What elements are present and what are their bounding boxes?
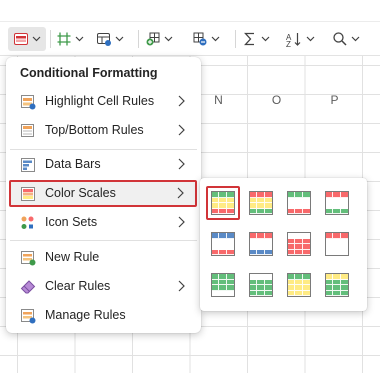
menu-item-label: Highlight Cell Rules — [45, 94, 155, 108]
toolbar-divider — [235, 30, 236, 48]
column-header[interactable]: O — [248, 90, 305, 110]
color-scale-option[interactable] — [244, 268, 278, 302]
chevron-down-icon — [306, 36, 315, 42]
column-header[interactable]: P — [306, 90, 363, 110]
color-scale-swatch-icon — [211, 232, 235, 256]
menu-divider — [10, 149, 197, 150]
highlight-cells-icon — [21, 95, 36, 110]
conditional-formatting-menu: Conditional Formatting Highlight Cell Ru… — [6, 57, 201, 333]
chevron-right-icon — [178, 158, 185, 170]
menu-item-new-rule[interactable]: New Rule — [10, 244, 197, 271]
insert-cells-icon — [146, 32, 160, 46]
color-scale-option[interactable] — [320, 227, 354, 261]
chevron-down-icon — [32, 36, 41, 42]
chevron-right-icon — [178, 95, 185, 107]
menu-title: Conditional Formatting — [20, 66, 158, 80]
color-scales-icon — [21, 187, 35, 201]
chevron-right-icon — [177, 187, 184, 199]
svg-text:Z: Z — [286, 40, 291, 47]
menu-item-label: New Rule — [45, 250, 100, 264]
data-bars-icon — [21, 158, 35, 172]
delete-cells-button[interactable] — [192, 27, 232, 51]
color-scale-swatch-icon — [249, 232, 273, 256]
new-rule-icon — [21, 251, 36, 266]
color-scale-option[interactable] — [282, 268, 316, 302]
table-format-icon — [57, 32, 71, 46]
search-icon — [333, 32, 347, 46]
color-scale-option[interactable] — [244, 186, 278, 220]
menu-item-color-scales[interactable]: Color Scales — [9, 180, 197, 207]
chevron-down-icon — [351, 36, 360, 42]
menu-item-data-bars[interactable]: Data Bars — [10, 151, 197, 178]
color-scale-swatch-icon — [325, 232, 349, 256]
color-scale-option[interactable] — [206, 268, 240, 302]
delete-cells-icon — [193, 32, 207, 46]
chevron-down-icon — [115, 36, 124, 42]
color-scale-swatch-icon — [287, 232, 311, 256]
format-as-table-button[interactable] — [56, 27, 96, 51]
color-scale-swatch-icon — [249, 191, 273, 215]
menu-item-label: Data Bars — [45, 157, 101, 171]
menu-item-label: Manage Rules — [45, 308, 126, 322]
menu-item-clear-rules[interactable]: Clear Rules — [10, 273, 197, 300]
menu-item-highlight-cell-rules[interactable]: Highlight Cell Rules — [10, 88, 197, 115]
sort-filter-button[interactable]: A Z — [286, 27, 324, 51]
insert-cells-button[interactable] — [145, 27, 185, 51]
color-scale-option[interactable] — [206, 186, 240, 220]
menu-item-manage-rules[interactable]: Manage Rules — [10, 302, 197, 329]
color-scale-swatch-icon — [325, 273, 349, 297]
color-scale-option[interactable] — [244, 227, 278, 261]
conditional-formatting-button[interactable] — [8, 27, 46, 51]
cell-styles-button[interactable] — [96, 27, 136, 51]
autosum-button[interactable] — [242, 27, 278, 51]
chevron-down-icon — [164, 36, 173, 42]
color-scale-swatch-icon — [249, 273, 273, 297]
menu-item-top-bottom-rules[interactable]: Top/Bottom Rules — [10, 117, 197, 144]
menu-item-icon-sets[interactable]: Icon Sets — [10, 209, 197, 236]
title-strip — [0, 0, 380, 22]
ribbon-toolbar: A Z — [0, 22, 380, 56]
chevron-down-icon — [211, 36, 220, 42]
autosum-icon — [244, 32, 254, 46]
find-button[interactable] — [332, 27, 372, 51]
color-scale-option[interactable] — [282, 186, 316, 220]
sort-filter-icon: A Z — [286, 33, 301, 47]
chevron-right-icon — [178, 280, 185, 292]
menu-item-label: Icon Sets — [45, 215, 98, 229]
chevron-down-icon — [75, 36, 84, 42]
chevron-right-icon — [178, 124, 185, 136]
chevron-down-icon — [261, 36, 270, 42]
chevron-right-icon — [178, 216, 185, 228]
color-scale-swatch-icon — [211, 273, 235, 297]
menu-item-label: Top/Bottom Rules — [45, 123, 144, 137]
conditional-formatting-icon — [14, 33, 28, 45]
color-scale-swatch-icon — [287, 273, 311, 297]
menu-divider — [10, 240, 197, 241]
toolbar-divider — [138, 30, 139, 48]
cell-styles-icon — [97, 33, 111, 46]
color-scale-swatch-icon — [287, 191, 311, 215]
menu-item-label: Color Scales — [45, 186, 116, 200]
manage-rules-icon — [21, 309, 36, 324]
color-scales-submenu — [200, 178, 367, 311]
color-scale-option[interactable] — [206, 227, 240, 261]
color-scale-swatch-icon — [211, 191, 235, 215]
menu-item-label: Clear Rules — [45, 279, 111, 293]
color-scale-option[interactable] — [320, 268, 354, 302]
color-scale-swatch-icon — [325, 191, 349, 215]
color-scale-option[interactable] — [320, 186, 354, 220]
color-scale-option[interactable] — [282, 227, 316, 261]
toolbar-divider — [50, 30, 51, 48]
icon-sets-icon — [21, 216, 34, 229]
eraser-icon — [20, 280, 36, 294]
top-bottom-icon — [21, 124, 34, 137]
